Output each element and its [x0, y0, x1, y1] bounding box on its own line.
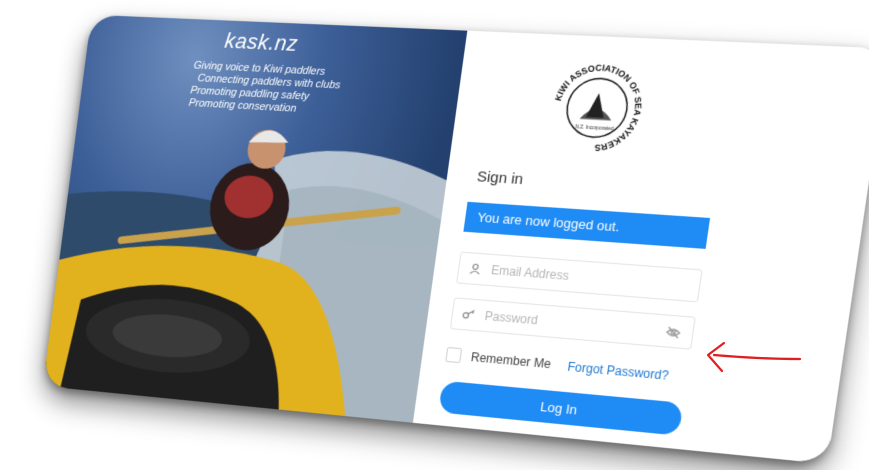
signin-title: Sign in — [475, 168, 525, 189]
login-card: kask.nz Giving voice to Kiwi paddlers Co… — [42, 14, 869, 464]
forgot-password-link[interactable]: Forgot Password? — [567, 360, 670, 383]
kask-logo: KIWI ASSOCIATION OF SEA KAYAKERS N.Z. In… — [545, 60, 650, 156]
email-placeholder: Email Address — [490, 263, 570, 283]
login-button[interactable]: Log In — [438, 380, 684, 436]
email-field[interactable]: Email Address — [456, 251, 703, 303]
logo-inner-text: N.Z. Incorporated — [575, 124, 614, 131]
password-field[interactable]: Password — [449, 297, 696, 350]
remember-label: Remember Me — [470, 349, 552, 371]
hero-photo: kask.nz Giving voice to Kiwi paddlers Co… — [42, 14, 468, 423]
remember-checkbox[interactable] — [445, 346, 463, 364]
tagline-list: Giving voice to Kiwi paddlers Connecting… — [188, 60, 343, 118]
red-arrow-annotation — [706, 341, 802, 373]
screenshot-stage: kask.nz Giving voice to Kiwi paddlers Co… — [0, 0, 869, 470]
brand-title: kask.nz — [223, 28, 300, 56]
remember-me[interactable]: Remember Me — [445, 346, 552, 371]
eye-off-icon[interactable] — [664, 324, 683, 342]
user-icon — [466, 260, 484, 277]
key-icon — [460, 306, 478, 323]
signin-panel: KIWI ASSOCIATION OF SEA KAYAKERS N.Z. In… — [412, 30, 869, 464]
password-placeholder: Password — [483, 308, 539, 328]
logout-alert: You are now logged out. — [463, 201, 711, 249]
